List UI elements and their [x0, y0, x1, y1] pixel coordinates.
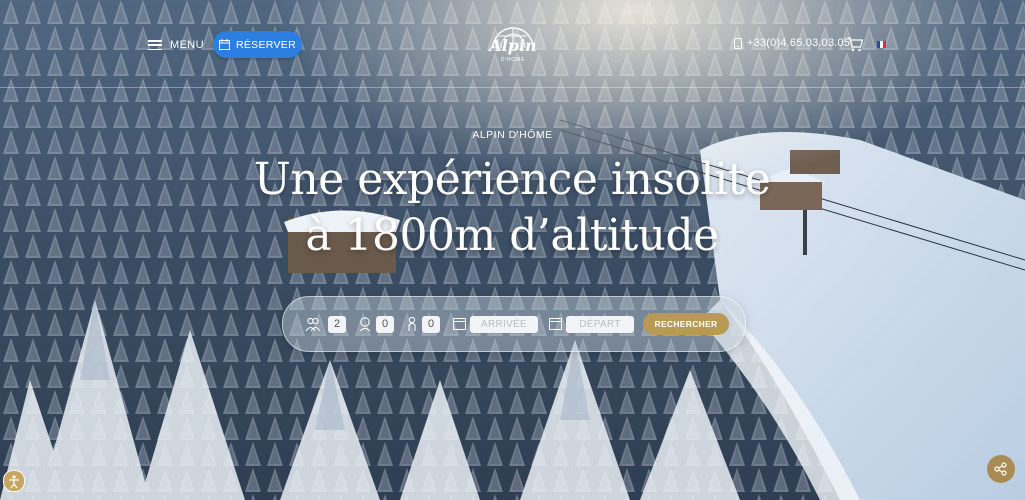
menu-label: MENU — [170, 39, 204, 51]
arrival-calendar-icon — [453, 318, 466, 330]
arrival-date-field[interactable]: ARRIVÉE — [470, 316, 538, 333]
phone-number: +33(0)4.65.03.03.05 — [747, 37, 851, 49]
share-icon — [994, 462, 1007, 476]
booking-search-bar: 2 0 0 ARRIVÉE DÉPART RECHERCHER — [282, 296, 746, 352]
calendar-icon — [219, 39, 230, 50]
babies-count-field[interactable]: 0 — [422, 316, 440, 333]
children-count-field[interactable]: 0 — [376, 316, 394, 333]
phone-link[interactable]: +33(0)4.65.03.03.05 — [734, 37, 850, 49]
adults-icon — [305, 317, 321, 332]
search-button[interactable]: RECHERCHER — [643, 313, 729, 335]
header-divider — [0, 87, 1025, 88]
departure-calendar-icon — [549, 318, 562, 330]
baby-icon — [408, 316, 416, 331]
share-button[interactable] — [987, 455, 1015, 483]
phone-icon — [734, 37, 742, 49]
adults-count-field[interactable]: 2 — [328, 316, 346, 333]
headline-line-1: Une expérience insolite — [253, 154, 771, 205]
child-icon — [359, 317, 371, 332]
reserve-button[interactable]: RÉSERVER — [213, 31, 302, 58]
logo-text: Alpin — [489, 36, 537, 55]
departure-date-field[interactable]: DÉPART — [566, 316, 634, 333]
accessibility-button[interactable] — [3, 470, 25, 492]
hamburger-icon — [148, 40, 162, 50]
site-header: MENU RÉSERVER Alpin D'HOME +33(0)4.65.03… — [0, 0, 1025, 88]
logo-subtext: D'HOME — [500, 57, 526, 63]
hero-subtitle: ALPIN D'HÔME — [472, 129, 553, 141]
menu-button[interactable]: MENU — [148, 36, 204, 54]
site-logo[interactable]: Alpin D'HOME — [487, 14, 539, 72]
cart-icon[interactable] — [847, 36, 863, 52]
hero-headline: Une expérience insolite à 1800m d’altitu… — [212, 152, 812, 264]
reserve-label: RÉSERVER — [236, 38, 296, 51]
headline-line-2: à 1800m d’altitude — [305, 210, 719, 261]
accessibility-icon — [9, 475, 19, 489]
language-flag-fr[interactable] — [877, 41, 886, 48]
